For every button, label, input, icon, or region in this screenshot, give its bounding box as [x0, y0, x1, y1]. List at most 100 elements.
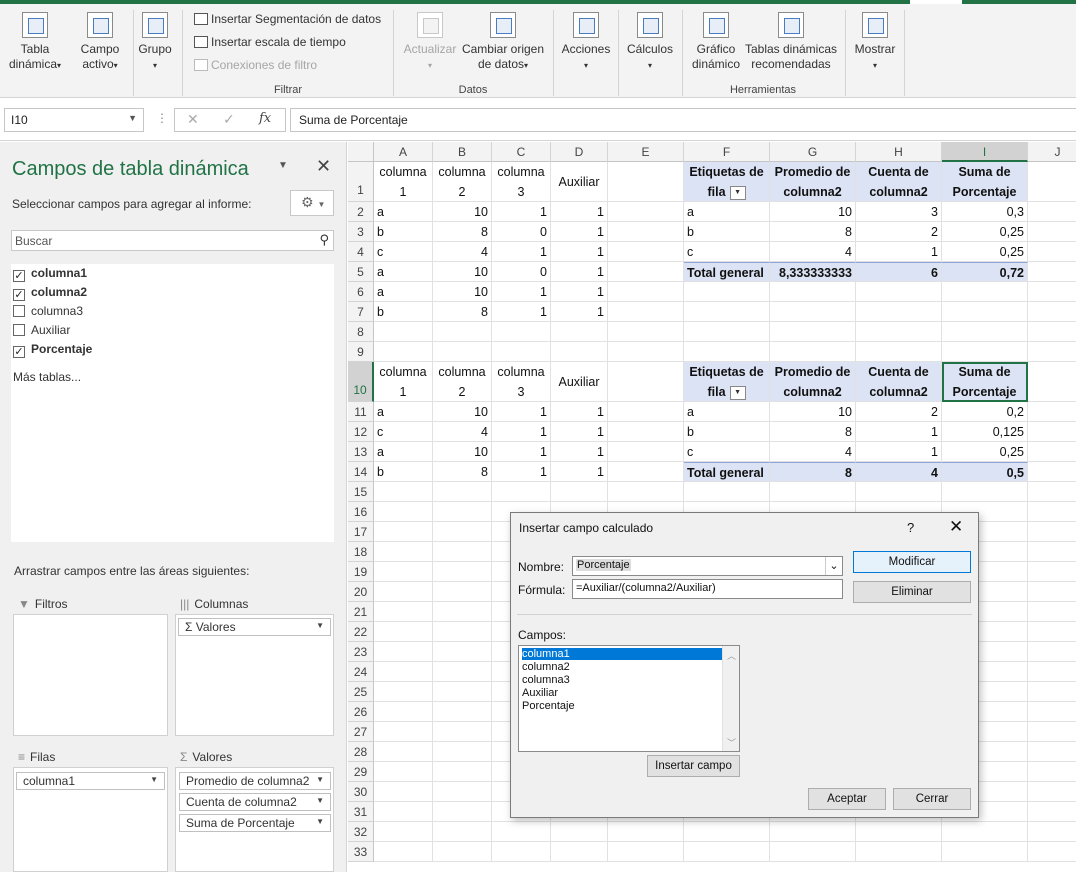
grid-cell[interactable]: columna 2 [433, 162, 492, 202]
grid-cell[interactable]: 1 [551, 462, 608, 482]
list-item[interactable]: columna1 [522, 648, 723, 660]
grid-cell[interactable]: 10 [433, 442, 492, 462]
grid-cell[interactable]: 10 [433, 402, 492, 422]
row-header[interactable]: 2 [348, 202, 374, 222]
row-header[interactable]: 24 [348, 662, 374, 682]
formula-field[interactable]: =Auxiliar/(columna2/Auxiliar) [572, 579, 843, 599]
grid-cell[interactable] [942, 342, 1028, 362]
grid-cell[interactable] [374, 802, 433, 822]
column-header[interactable]: F [684, 142, 770, 162]
grid-cell[interactable]: 1 [492, 202, 551, 222]
row-header[interactable]: 21 [348, 602, 374, 622]
campo-activo-button[interactable]: Campo activo▾ [76, 8, 124, 73]
row-header[interactable]: 1 [348, 162, 374, 202]
grid-cell[interactable]: a [374, 202, 433, 222]
column-header[interactable]: E [608, 142, 684, 162]
grid-cell[interactable]: Promedio de columna2 [770, 362, 856, 402]
row-header[interactable]: 33 [348, 842, 374, 862]
grid-cell[interactable] [374, 682, 433, 702]
grid-cell[interactable] [1028, 462, 1076, 482]
grid-cell[interactable] [433, 542, 492, 562]
grid-cell[interactable]: Cuenta de columna2 [856, 362, 942, 402]
grid-cell[interactable] [608, 262, 684, 282]
grid-cell[interactable] [770, 822, 856, 842]
grid-cell[interactable] [433, 682, 492, 702]
grid-cell[interactable] [608, 482, 684, 502]
grid-cell[interactable] [374, 562, 433, 582]
grid-cell[interactable] [942, 322, 1028, 342]
grid-cell[interactable] [433, 802, 492, 822]
conexiones-filtro-button[interactable]: Conexiones de filtro [194, 58, 317, 72]
grid-cell[interactable] [433, 622, 492, 642]
grid-cell[interactable] [492, 842, 551, 862]
grid-cell[interactable]: b [374, 222, 433, 242]
grid-cell[interactable] [608, 422, 684, 442]
grid-cell[interactable] [374, 582, 433, 602]
grid-cell[interactable]: 1 [551, 202, 608, 222]
grid-cell[interactable]: c [684, 442, 770, 462]
grid-cell[interactable]: 8 [433, 462, 492, 482]
grid-cell[interactable]: Total general [684, 262, 770, 282]
grid-cell[interactable] [374, 642, 433, 662]
list-scrollbar[interactable]: ︿ ﹀ [722, 646, 739, 751]
tabla-dinamica-button[interactable]: Tabla dinámica▾ [8, 8, 62, 73]
grid-cell[interactable] [856, 482, 942, 502]
row-header[interactable]: 11 [348, 402, 374, 422]
row-header[interactable]: 19 [348, 562, 374, 582]
grid-cell[interactable] [1028, 762, 1076, 782]
grid-cell[interactable]: a [684, 202, 770, 222]
grid-cell[interactable]: 10 [770, 202, 856, 222]
insert-function-icon[interactable]: fx [259, 111, 271, 126]
grid-cell[interactable] [374, 702, 433, 722]
grid-cell[interactable] [433, 322, 492, 342]
grid-cell[interactable]: 1 [551, 262, 608, 282]
row-header[interactable]: 7 [348, 302, 374, 322]
row-header[interactable]: 17 [348, 522, 374, 542]
grid-cell[interactable]: Total general [684, 462, 770, 482]
grid-cell[interactable]: 1 [551, 302, 608, 322]
grid-cell[interactable]: 1 [492, 242, 551, 262]
grid-cell[interactable]: 0,2 [942, 402, 1028, 422]
filas-chip[interactable]: columna1 ▼ [16, 772, 165, 790]
grid-cell[interactable] [1028, 542, 1076, 562]
grid-cell[interactable]: columna 1 [374, 362, 433, 402]
eliminar-button[interactable]: Eliminar [853, 581, 971, 603]
grid-cell[interactable] [684, 342, 770, 362]
grid-cell[interactable] [433, 482, 492, 502]
column-header[interactable]: D [551, 142, 608, 162]
grid-cell[interactable] [492, 822, 551, 842]
row-header[interactable]: 20 [348, 582, 374, 602]
actualizar-button[interactable]: Actualizar ▾ [400, 8, 460, 73]
grid-cell[interactable]: Suma de Porcentaje [942, 362, 1028, 402]
row-header[interactable]: 8 [348, 322, 374, 342]
grid-cell[interactable]: 0 [492, 262, 551, 282]
grid-cell[interactable] [1028, 302, 1076, 322]
grid-cell[interactable]: 0,25 [942, 242, 1028, 262]
field-item[interactable]: columna3 [13, 302, 83, 320]
grafico-dinamico-button[interactable]: Gráfico dinámico [688, 8, 744, 72]
grid-cell[interactable]: 1 [551, 242, 608, 262]
grid-cell[interactable]: 1 [551, 402, 608, 422]
column-header[interactable]: B [433, 142, 492, 162]
campos-list[interactable]: columna1 columna2 columna3 Auxiliar Porc… [518, 645, 740, 752]
field-item[interactable]: ✓ columna2 [13, 283, 87, 301]
grid-cell[interactable] [374, 342, 433, 362]
grid-cell[interactable]: 3 [856, 202, 942, 222]
grid-cell[interactable]: 0,25 [942, 442, 1028, 462]
grid-cell[interactable]: 1 [492, 422, 551, 442]
row-header[interactable]: 31 [348, 802, 374, 822]
calculos-button[interactable]: Cálculos ▾ [622, 8, 678, 73]
grid-cell[interactable] [770, 342, 856, 362]
grid-cell[interactable]: 8 [433, 222, 492, 242]
grid-cell[interactable] [433, 762, 492, 782]
grid-cell[interactable] [942, 822, 1028, 842]
grid-cell[interactable] [433, 702, 492, 722]
grid-cell[interactable] [433, 642, 492, 662]
grid-cell[interactable] [608, 202, 684, 222]
grid-cell[interactable] [433, 782, 492, 802]
grid-cell[interactable] [770, 302, 856, 322]
grid-cell[interactable] [1028, 322, 1076, 342]
grid-cell[interactable] [1028, 362, 1076, 402]
grid-cell[interactable] [374, 762, 433, 782]
row-header[interactable]: 25 [348, 682, 374, 702]
